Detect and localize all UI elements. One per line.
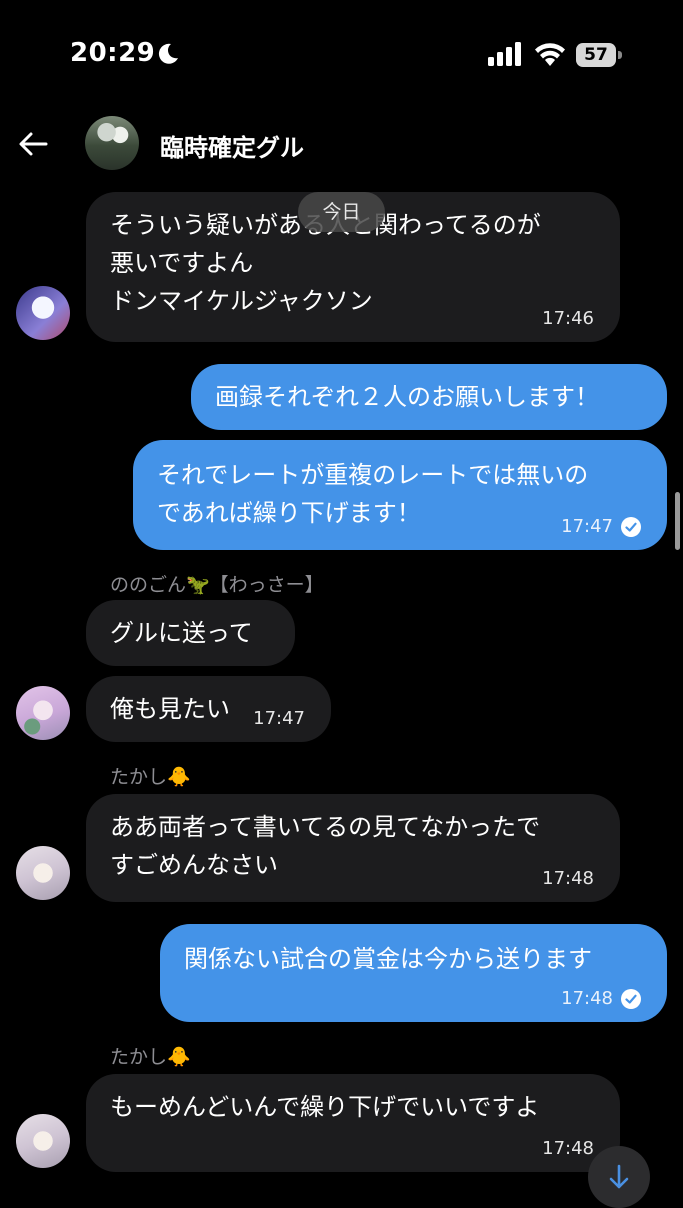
status-bar: 20:29 57: [0, 0, 683, 110]
avatar[interactable]: [16, 1114, 70, 1168]
battery-icon: 57: [576, 43, 622, 67]
message-bubble-incoming[interactable]: もーめんどいんで繰り下げでいいですよ 17:48: [86, 1074, 620, 1172]
message-time: 17:48: [561, 988, 613, 1009]
sender-name: たかし🐥: [110, 1046, 191, 1068]
message-time: 17:47: [253, 708, 305, 729]
message-bubble-outgoing[interactable]: 関係ない試合の賞金は今から送ります 17:48: [160, 924, 667, 1022]
message-time: 17:47: [561, 516, 613, 537]
message-text: 画録それぞれ２人のお願いします！: [215, 383, 599, 411]
scrollbar[interactable]: [675, 492, 680, 550]
message-time: 17:48: [542, 1138, 594, 1159]
message-time: 17:48: [542, 868, 594, 889]
message-bubble-incoming[interactable]: グルに送って: [86, 600, 295, 666]
sender-name: ののごん🦖【わっさー】: [110, 574, 324, 596]
chat-header: 臨時確定グル: [0, 110, 683, 180]
sender-name-cut-off: ーーー: [110, 1190, 230, 1200]
read-check-icon: [621, 989, 641, 1009]
avatar[interactable]: [16, 686, 70, 740]
status-time: 20:29: [70, 38, 156, 68]
scroll-to-bottom-button[interactable]: [588, 1146, 650, 1208]
arrow-left-icon[interactable]: [16, 126, 52, 162]
group-avatar[interactable]: [85, 116, 139, 170]
message-text: ああ両者って書いてるの見てなかったで すごめんなさい: [110, 813, 541, 879]
message-text: 関係ない試合の賞金は今から送ります: [184, 945, 592, 973]
read-check-icon: [621, 517, 641, 537]
sender-name-cut-off: ーーー: [110, 176, 190, 184]
wifi-icon: [535, 43, 565, 66]
group-title[interactable]: 臨時確定グル: [160, 128, 304, 163]
message-bubble-incoming[interactable]: 俺も見たい 17:47: [86, 676, 331, 742]
message-bubble-outgoing[interactable]: 画録それぞれ２人のお願いします！: [191, 364, 667, 430]
avatar[interactable]: [16, 846, 70, 900]
arrow-down-icon: [609, 1164, 629, 1189]
message-text: もーめんどいんで繰り下げでいいですよ: [110, 1093, 540, 1121]
sender-name: たかし🐥: [110, 766, 191, 788]
message-bubble-outgoing[interactable]: それでレートが重複のレートでは無いの であれば繰り下げます！ 17:47: [133, 440, 667, 550]
date-divider: 今日: [298, 192, 385, 232]
battery-level: 57: [584, 45, 608, 65]
message-time: 17:46: [542, 308, 594, 329]
message-text: グルに送って: [110, 619, 253, 647]
message-bubble-incoming[interactable]: ああ両者って書いてるの見てなかったで すごめんなさい 17:48: [86, 794, 620, 902]
avatar[interactable]: [16, 286, 70, 340]
cellular-signal-icon: [488, 42, 521, 66]
moon-icon: [158, 43, 178, 64]
